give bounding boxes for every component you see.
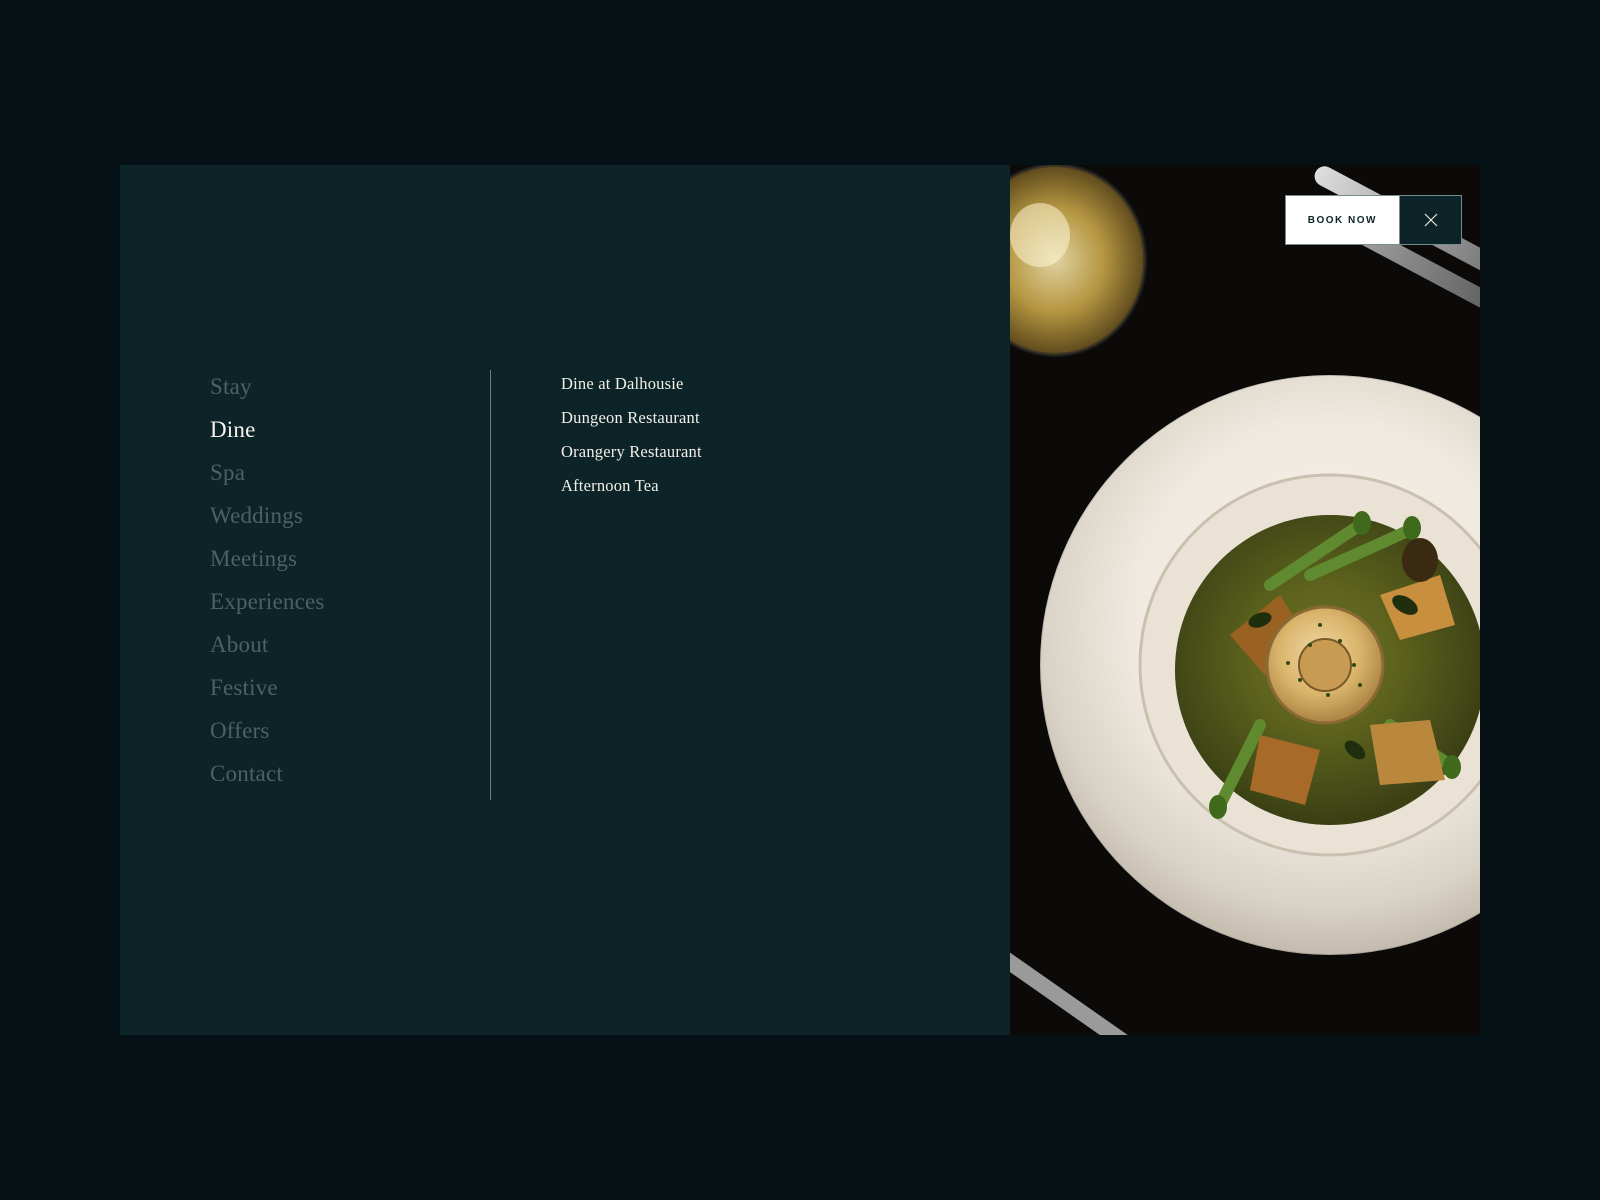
menu-panel: Stay Dine Spa Weddings Meetings Experien… bbox=[120, 165, 1480, 1035]
subnav-item-orangery-restaurant[interactable]: Orangery Restaurant bbox=[561, 435, 702, 469]
nav-area: Stay Dine Spa Weddings Meetings Experien… bbox=[120, 165, 1010, 1035]
subnav-item-afternoon-tea[interactable]: Afternoon Tea bbox=[561, 469, 702, 503]
close-icon bbox=[1422, 211, 1440, 229]
nav-item-dine[interactable]: Dine bbox=[210, 408, 490, 451]
hero-image: BOOK NOW bbox=[1010, 165, 1480, 1035]
subnav-item-dungeon-restaurant[interactable]: Dungeon Restaurant bbox=[561, 401, 702, 435]
nav-item-about[interactable]: About bbox=[210, 623, 490, 666]
nav-item-stay[interactable]: Stay bbox=[210, 365, 490, 408]
nav-item-contact[interactable]: Contact bbox=[210, 752, 490, 795]
sub-nav: Dine at Dalhousie Dungeon Restaurant Ora… bbox=[491, 365, 702, 1035]
nav-item-weddings[interactable]: Weddings bbox=[210, 494, 490, 537]
subnav-item-dine-at-dalhousie[interactable]: Dine at Dalhousie bbox=[561, 367, 702, 401]
nav-item-festive[interactable]: Festive bbox=[210, 666, 490, 709]
close-button[interactable] bbox=[1399, 196, 1461, 244]
book-now-button[interactable]: BOOK NOW bbox=[1286, 196, 1399, 244]
nav-item-experiences[interactable]: Experiences bbox=[210, 580, 490, 623]
nav-item-spa[interactable]: Spa bbox=[210, 451, 490, 494]
primary-nav: Stay Dine Spa Weddings Meetings Experien… bbox=[210, 365, 490, 1035]
top-actions: BOOK NOW bbox=[1285, 195, 1462, 245]
nav-item-offers[interactable]: Offers bbox=[210, 709, 490, 752]
nav-item-meetings[interactable]: Meetings bbox=[210, 537, 490, 580]
